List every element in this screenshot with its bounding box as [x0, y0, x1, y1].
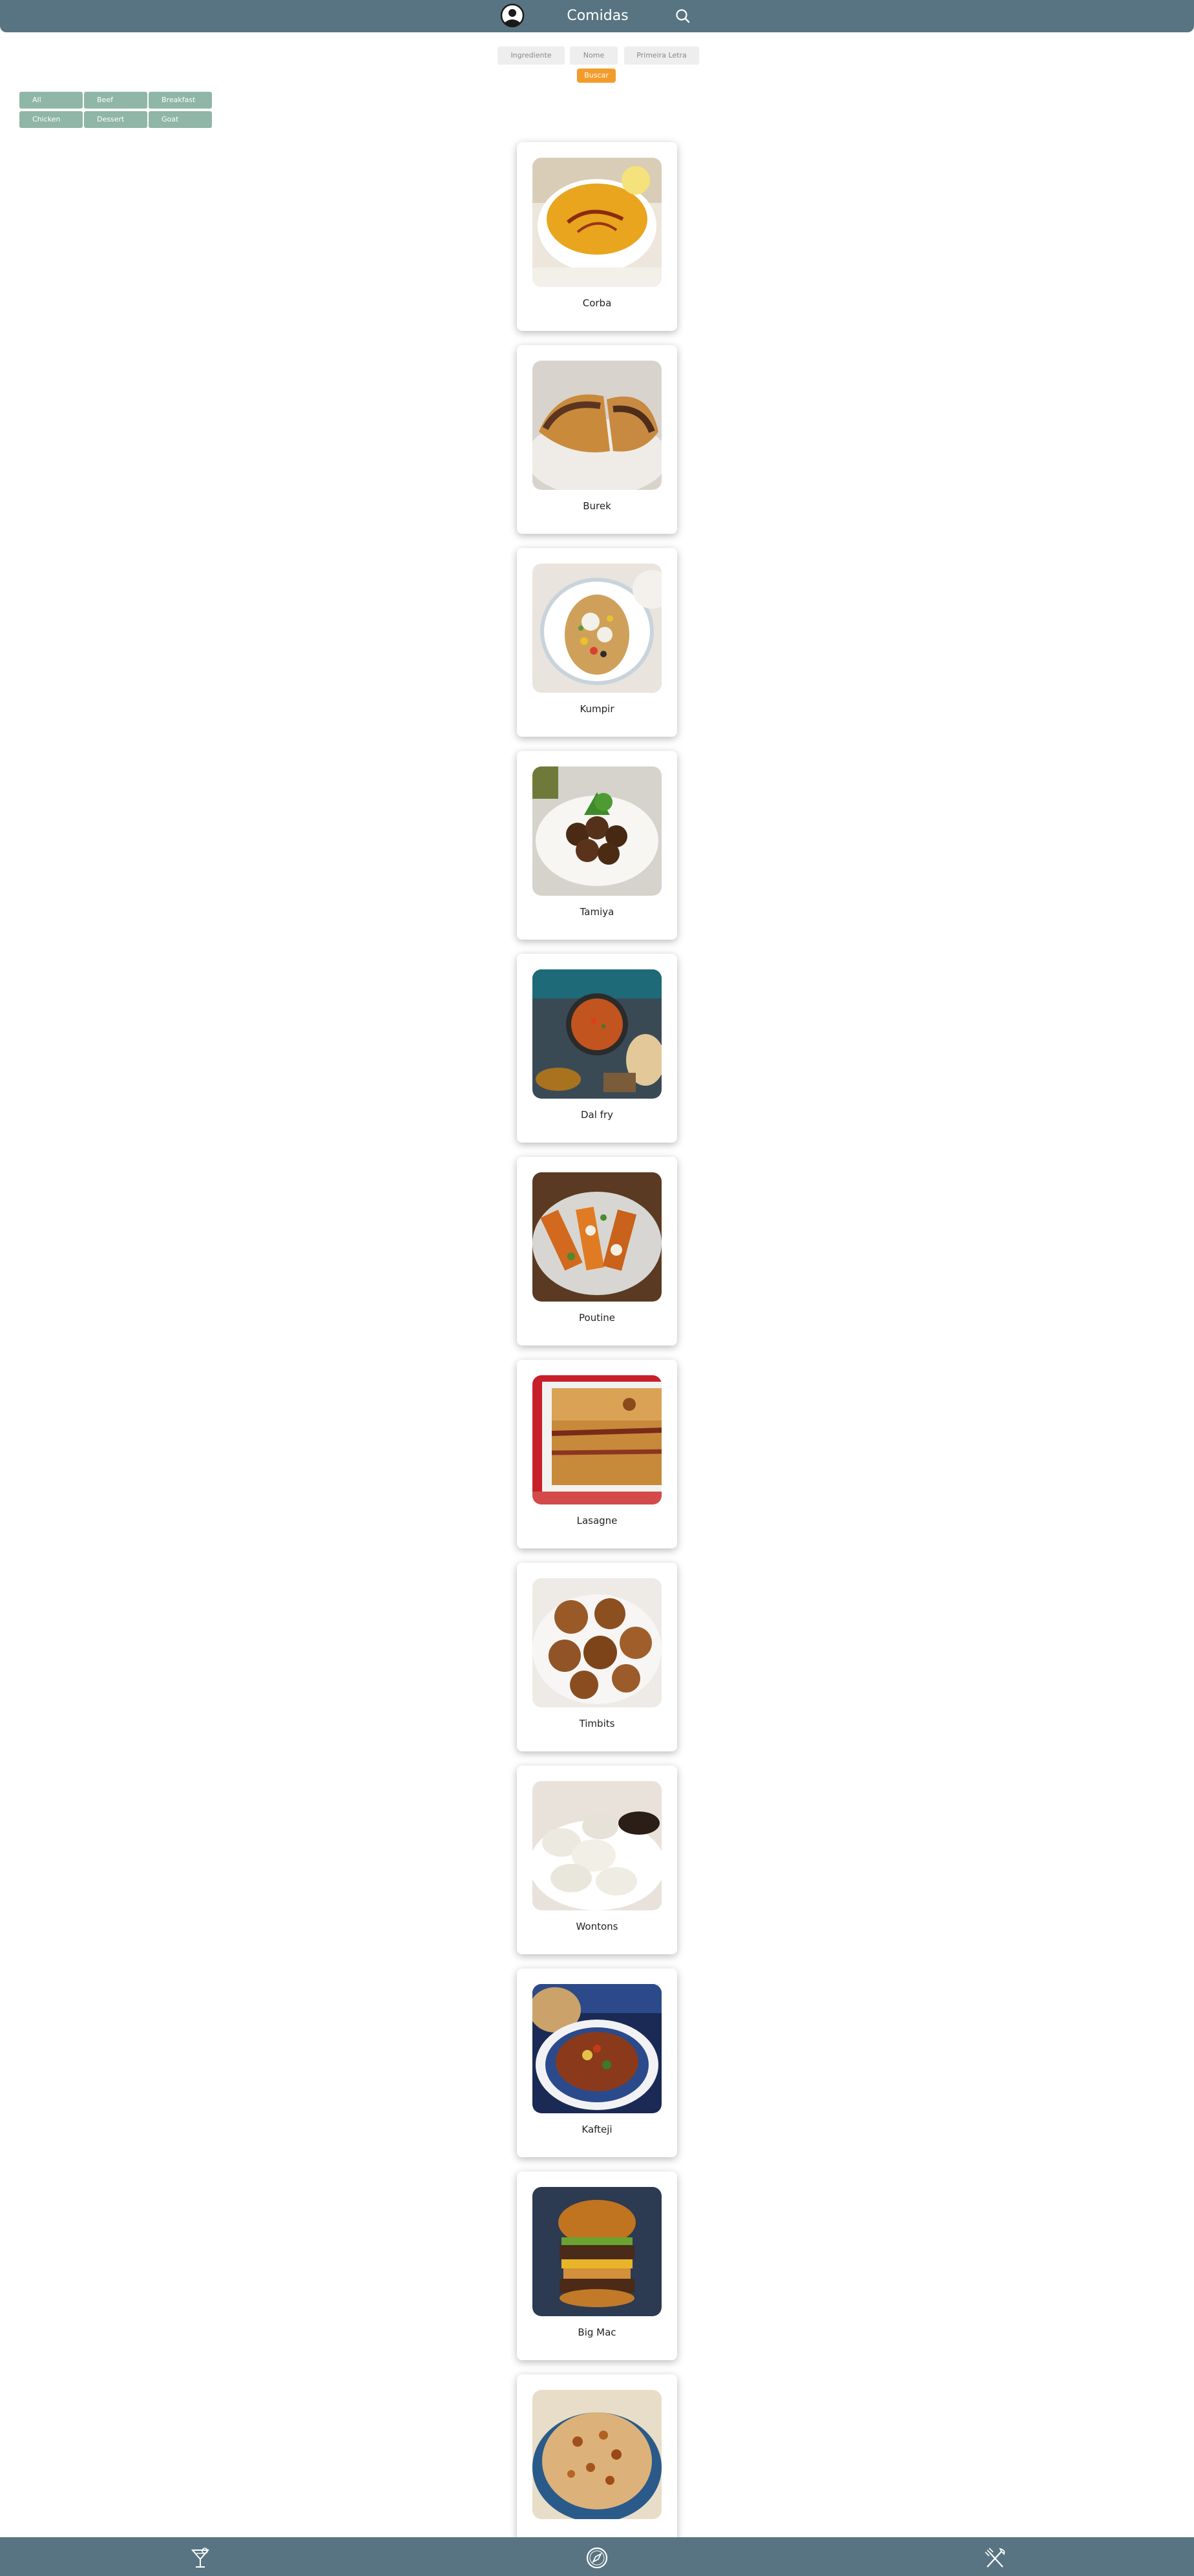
category-button-breakfast[interactable]: Breakfast — [149, 92, 212, 109]
recipe-card[interactable]: Big Mac — [517, 2171, 677, 2360]
page-title: Comidas — [567, 8, 629, 24]
recipe-name: Corba — [582, 297, 612, 309]
search-option-nome[interactable]: Nome — [570, 47, 618, 65]
recipe-card[interactable]: Lasagne — [517, 1360, 677, 1548]
recipe-image[interactable] — [532, 766, 662, 896]
recipe-name: Kumpir — [580, 703, 614, 715]
search-icon[interactable] — [673, 6, 693, 26]
recipe-card[interactable]: Burek — [517, 345, 677, 534]
recipe-name: Big Mac — [578, 2327, 616, 2338]
drinks-icon[interactable] — [187, 2545, 213, 2571]
recipe-image[interactable] — [532, 158, 662, 287]
recipe-name: Kafteji — [581, 2124, 613, 2135]
category-button-all[interactable]: All — [19, 92, 83, 109]
recipe-card[interactable]: Kafteji — [517, 1969, 677, 2157]
recipe-image[interactable] — [532, 969, 662, 1099]
recipe-image[interactable] — [532, 2390, 662, 2519]
recipe-name: Lasagne — [576, 1515, 618, 1526]
category-button-chicken[interactable]: Chicken — [19, 111, 83, 128]
recipe-card[interactable]: Wontons — [517, 1766, 677, 1954]
recipe-name: Dal fry — [580, 1109, 613, 1121]
recipe-image[interactable] — [532, 1578, 662, 1707]
recipe-name: Poutine — [579, 1312, 615, 1324]
recipe-image[interactable] — [532, 361, 662, 490]
recipe-name: Burek — [583, 500, 611, 512]
recipe-card[interactable]: Dal fry — [517, 954, 677, 1143]
header-bar: Comidas — [0, 0, 1194, 32]
search-button[interactable]: Buscar — [577, 69, 616, 83]
recipe-card[interactable]: Timbits — [517, 1563, 677, 1751]
recipe-image[interactable] — [532, 1375, 662, 1504]
recipe-name: Wontons — [576, 1921, 618, 1932]
search-option-ingrediente[interactable]: Ingrediente — [498, 47, 565, 65]
explore-icon[interactable] — [584, 2545, 610, 2571]
recipe-card[interactable]: Tamiya — [517, 751, 677, 940]
recipe-image[interactable] — [532, 2187, 662, 2316]
food-icon[interactable] — [982, 2545, 1008, 2571]
footer-bar — [0, 2537, 1194, 2576]
recipe-image[interactable] — [532, 1172, 662, 1302]
recipe-image[interactable] — [532, 564, 662, 693]
category-button-dessert[interactable]: Dessert — [84, 111, 147, 128]
recipe-card[interactable] — [517, 2374, 677, 2563]
category-button-goat[interactable]: Goat — [149, 111, 212, 128]
search-option-primeira-letra[interactable]: Primeira Letra — [624, 47, 699, 65]
recipe-card[interactable]: Poutine — [517, 1157, 677, 1346]
recipe-card[interactable]: Corba — [517, 142, 677, 331]
recipe-name: Tamiya — [580, 906, 614, 918]
recipe-name: Timbits — [579, 1718, 615, 1729]
recipe-image[interactable] — [532, 1984, 662, 2113]
profile-icon[interactable] — [500, 3, 525, 28]
recipe-card[interactable]: Kumpir — [517, 548, 677, 737]
recipe-image[interactable] — [532, 1781, 662, 1910]
category-button-beef[interactable]: Beef — [84, 92, 147, 109]
